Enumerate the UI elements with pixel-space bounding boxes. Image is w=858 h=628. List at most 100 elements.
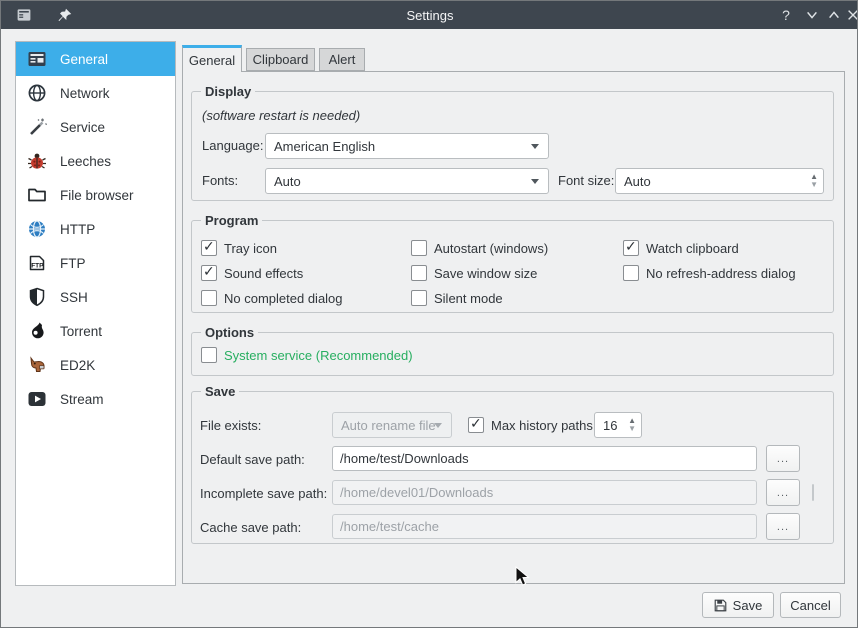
checkbox[interactable] (623, 240, 639, 256)
browse-label: ... (777, 453, 789, 465)
checkbox-watch-clipboard[interactable]: Watch clipboard (623, 240, 739, 256)
close-icon[interactable] (842, 4, 858, 26)
max-history-spinbox[interactable]: 16 ▲▼ (594, 412, 642, 438)
sidebar-item-label: Leeches (60, 154, 111, 169)
shield-icon (27, 287, 47, 307)
checkbox[interactable] (411, 290, 427, 306)
checkbox-silent-mode[interactable]: Silent mode (411, 290, 503, 306)
font-size-spinbox[interactable]: Auto ▲▼ (615, 168, 824, 194)
fonts-dropdown[interactable]: Auto (265, 168, 549, 194)
globe-wireframe-icon (27, 83, 47, 103)
donkey-icon (27, 355, 47, 375)
options-group: Options System service (Recommended) (191, 332, 834, 376)
sidebar-item-label: HTTP (60, 222, 95, 237)
sidebar-item-label: Network (60, 86, 110, 101)
chevron-down-icon (434, 423, 442, 428)
sidebar-item-label: SSH (60, 290, 88, 305)
default-save-path-input[interactable] (332, 446, 757, 471)
spinner-arrows-icon[interactable]: ▲▼ (810, 173, 818, 189)
sidebar-item-service[interactable]: Service (16, 110, 175, 144)
restart-note: (software restart is needed) (202, 108, 360, 123)
checkbox[interactable] (623, 265, 639, 281)
incomplete-save-path-label: Incomplete save path: (200, 486, 327, 501)
checkbox[interactable] (201, 290, 217, 306)
language-label: Language: (202, 138, 263, 153)
save-button[interactable]: Save (702, 592, 774, 618)
display-group: Display (software restart is needed) Lan… (191, 91, 834, 201)
sidebar-item-ftp[interactable]: FTP FTP (16, 246, 175, 280)
checkbox-label: Save window size (434, 266, 537, 281)
cancel-button[interactable]: Cancel (780, 592, 841, 618)
file-exists-dropdown: Auto rename file (332, 412, 452, 438)
sidebar-item-http[interactable]: HTTP (16, 212, 175, 246)
fonts-label: Fonts: (202, 173, 238, 188)
browse-cache-path-button[interactable]: ... (766, 513, 800, 540)
sidebar-item-ed2k[interactable]: ED2K (16, 348, 175, 382)
checkbox-label: System service (Recommended) (224, 348, 413, 363)
checkbox[interactable] (201, 265, 217, 281)
file-exists-value: Auto rename file (341, 418, 436, 433)
tab-label: Clipboard (253, 52, 309, 67)
language-dropdown[interactable]: American English (265, 133, 549, 159)
checkbox-no-refresh-address[interactable]: No refresh-address dialog (623, 265, 796, 281)
minimize-icon[interactable] (801, 4, 823, 26)
checkbox[interactable] (201, 240, 217, 256)
checkbox[interactable] (201, 347, 217, 363)
floppy-disk-icon (714, 599, 727, 612)
group-title: Save (201, 384, 239, 399)
checkbox-tray-icon[interactable]: Tray icon (201, 240, 277, 256)
sidebar-item-file-browser[interactable]: File browser (16, 178, 175, 212)
tab-label: Alert (329, 52, 356, 67)
ftp-document-icon: FTP (27, 253, 47, 273)
chevron-down-icon (531, 179, 539, 184)
help-button[interactable]: ? (775, 4, 797, 26)
sidebar-item-leeches[interactable]: Leeches (16, 144, 175, 178)
magic-wand-icon (27, 117, 47, 137)
checkbox-label: Sound effects (224, 266, 303, 281)
checkbox-autostart[interactable]: Autostart (windows) (411, 240, 548, 256)
save-label: Save (733, 598, 763, 613)
checkbox[interactable] (468, 417, 484, 433)
sidebar-item-ssh[interactable]: SSH (16, 280, 175, 314)
checkbox[interactable] (411, 240, 427, 256)
checkbox-sound-effects[interactable]: Sound effects (201, 265, 303, 281)
default-save-path-label: Default save path: (200, 452, 305, 467)
browse-incomplete-path-button[interactable]: ... (766, 479, 800, 506)
checkbox-system-service[interactable]: System service (Recommended) (201, 347, 413, 363)
checkbox-no-completed-dialog[interactable]: No completed dialog (201, 290, 343, 306)
sidebar-item-network[interactable]: Network (16, 76, 175, 110)
chevron-down-icon (531, 144, 539, 149)
checkbox-max-history-paths[interactable]: Max history paths: (468, 417, 597, 433)
checkbox[interactable] (411, 265, 427, 281)
sidebar-item-general[interactable]: General (16, 42, 175, 76)
bug-icon (27, 151, 47, 171)
titlebar: Settings ? (1, 1, 858, 29)
sidebar-item-label: General (60, 52, 108, 67)
checkbox-label: No refresh-address dialog (646, 266, 796, 281)
mouse-cursor (515, 566, 531, 588)
browse-label: ... (777, 521, 789, 533)
window-icon (27, 49, 47, 69)
sidebar-item-torrent[interactable]: Torrent (16, 314, 175, 348)
sidebar-item-label: FTP (60, 256, 86, 271)
sidebar-item-label: ED2K (60, 358, 95, 373)
tab-clipboard[interactable]: Clipboard (246, 48, 315, 71)
settings-window: Settings ? General Network Service Leech… (0, 0, 858, 628)
group-title: Options (201, 325, 258, 340)
max-history-value: 16 (603, 418, 617, 433)
tab-general[interactable]: General (182, 45, 242, 72)
fonts-value: Auto (274, 174, 301, 189)
tab-alert[interactable]: Alert (319, 48, 365, 71)
spinner-arrows-icon[interactable]: ▲▼ (628, 417, 636, 433)
sidebar: General Network Service Leeches File bro… (15, 41, 176, 586)
checkbox-label: Watch clipboard (646, 241, 739, 256)
sidebar-item-stream[interactable]: Stream (16, 382, 175, 416)
group-title: Display (201, 84, 255, 99)
checkbox-save-window-size[interactable]: Save window size (411, 265, 537, 281)
browse-default-path-button[interactable]: ... (766, 445, 800, 472)
sidebar-item-label: Torrent (60, 324, 102, 339)
cache-save-path-label: Cache save path: (200, 520, 301, 535)
checkbox-label: No completed dialog (224, 291, 343, 306)
checkbox-custom-incomplete-path[interactable] (812, 484, 814, 501)
globe-icon (27, 219, 47, 239)
